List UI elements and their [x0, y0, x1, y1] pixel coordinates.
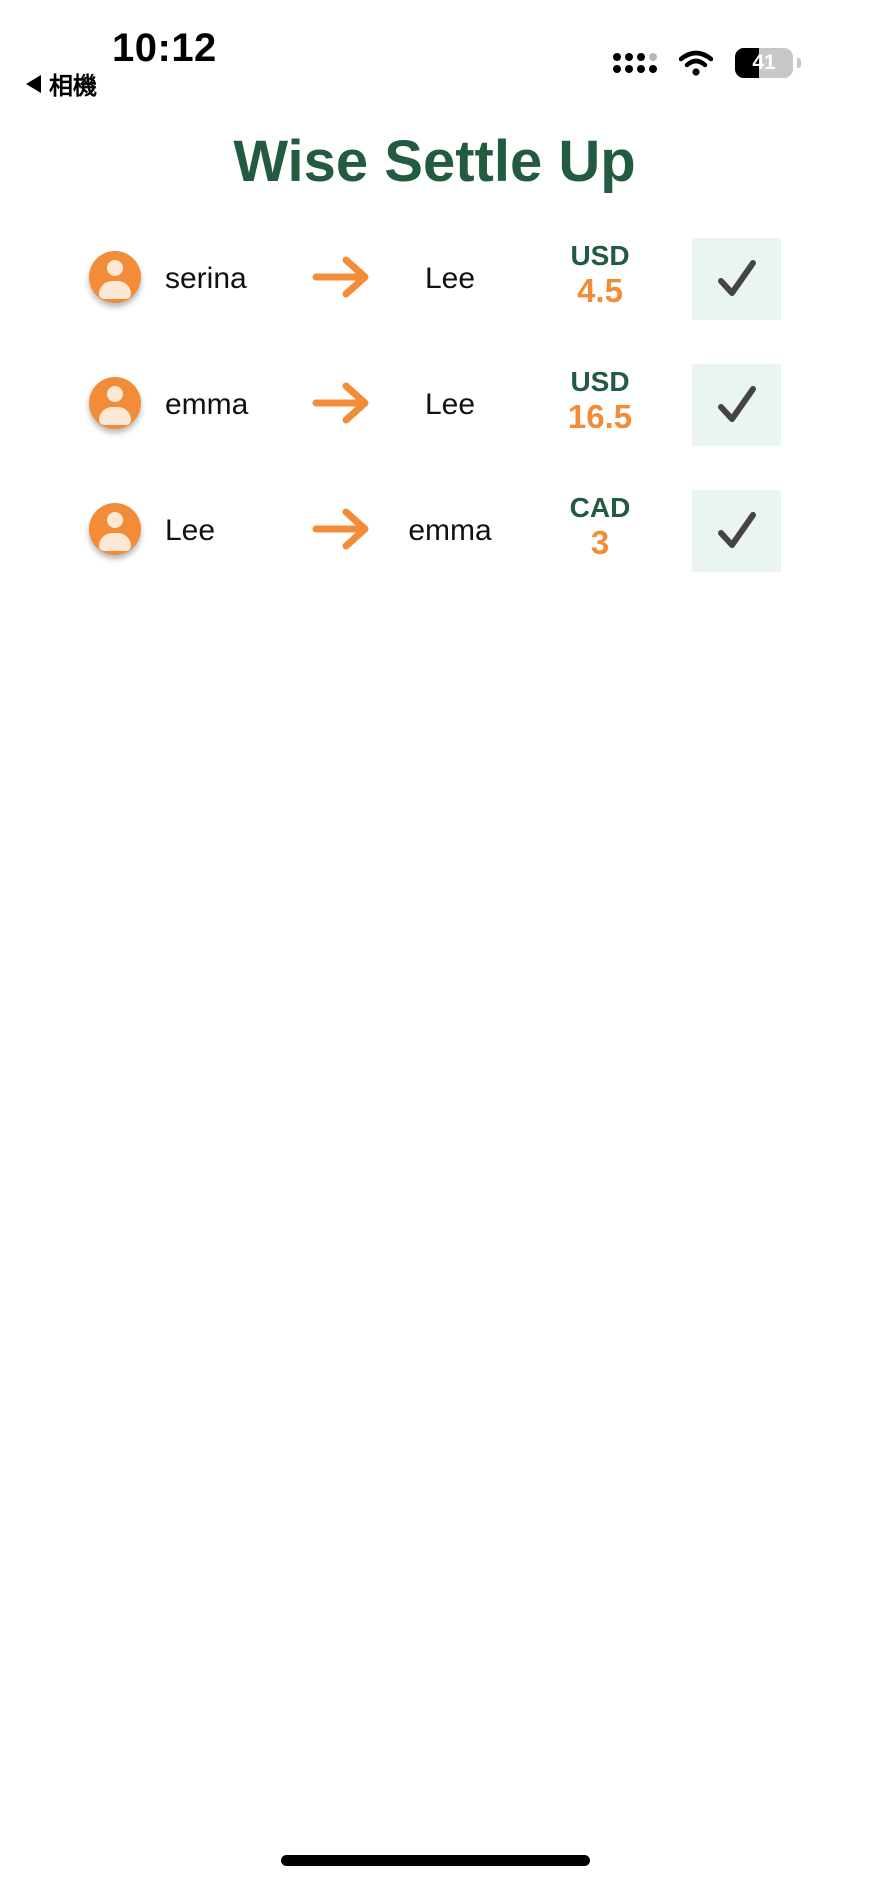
payer-name: emma	[165, 388, 249, 421]
cellular-signal-icon	[613, 53, 657, 73]
mark-settled-button[interactable]	[692, 238, 781, 320]
amount-box: CAD 3	[540, 492, 660, 562]
person-circle-icon	[89, 251, 141, 303]
wifi-icon	[679, 50, 713, 76]
currency-code: USD	[570, 240, 630, 271]
back-caret-icon	[26, 74, 41, 93]
mark-settled-button[interactable]	[692, 490, 781, 572]
arrow-right-icon	[312, 508, 369, 550]
payer-name: serina	[165, 262, 247, 295]
status-indicators: 41	[613, 48, 801, 78]
settlement-list: serina Lee USD 4.5 emma Lee USD 16.5 Lee…	[0, 234, 869, 612]
checkmark-icon	[717, 512, 756, 548]
amount-value: 16.5	[567, 398, 633, 435]
settlement-row: emma Lee USD 16.5	[0, 360, 869, 486]
home-indicator[interactable]	[281, 1855, 590, 1866]
currency-code: USD	[570, 366, 630, 397]
payee-name: Lee	[424, 262, 476, 295]
status-time: 10:12	[112, 26, 217, 70]
person-circle-icon	[89, 377, 141, 429]
page-title: Wise Settle Up	[233, 129, 636, 194]
back-app-label: 相機	[49, 73, 97, 100]
mark-settled-button[interactable]	[692, 364, 781, 446]
arrow-right-icon	[312, 256, 369, 298]
amount-box: USD 16.5	[540, 366, 660, 436]
battery-tip	[797, 58, 801, 68]
settlement-row: Lee emma CAD 3	[0, 486, 869, 612]
person-circle-icon	[89, 503, 141, 555]
payee-name: emma	[408, 514, 492, 547]
settlement-row: serina Lee USD 4.5	[0, 234, 869, 360]
back-to-app-button[interactable]: 相機	[26, 66, 97, 101]
payer-name: Lee	[165, 514, 216, 547]
checkmark-icon	[717, 260, 756, 296]
amount-box: USD 4.5	[540, 240, 660, 310]
amount-value: 3	[590, 524, 610, 561]
checkmark-icon	[717, 386, 756, 422]
arrow-right-icon	[312, 382, 369, 424]
payee-name: Lee	[424, 388, 476, 421]
battery-icon: 41	[735, 48, 793, 78]
battery-level: 41	[752, 51, 776, 74]
currency-code: CAD	[569, 492, 631, 523]
amount-value: 4.5	[577, 272, 623, 309]
